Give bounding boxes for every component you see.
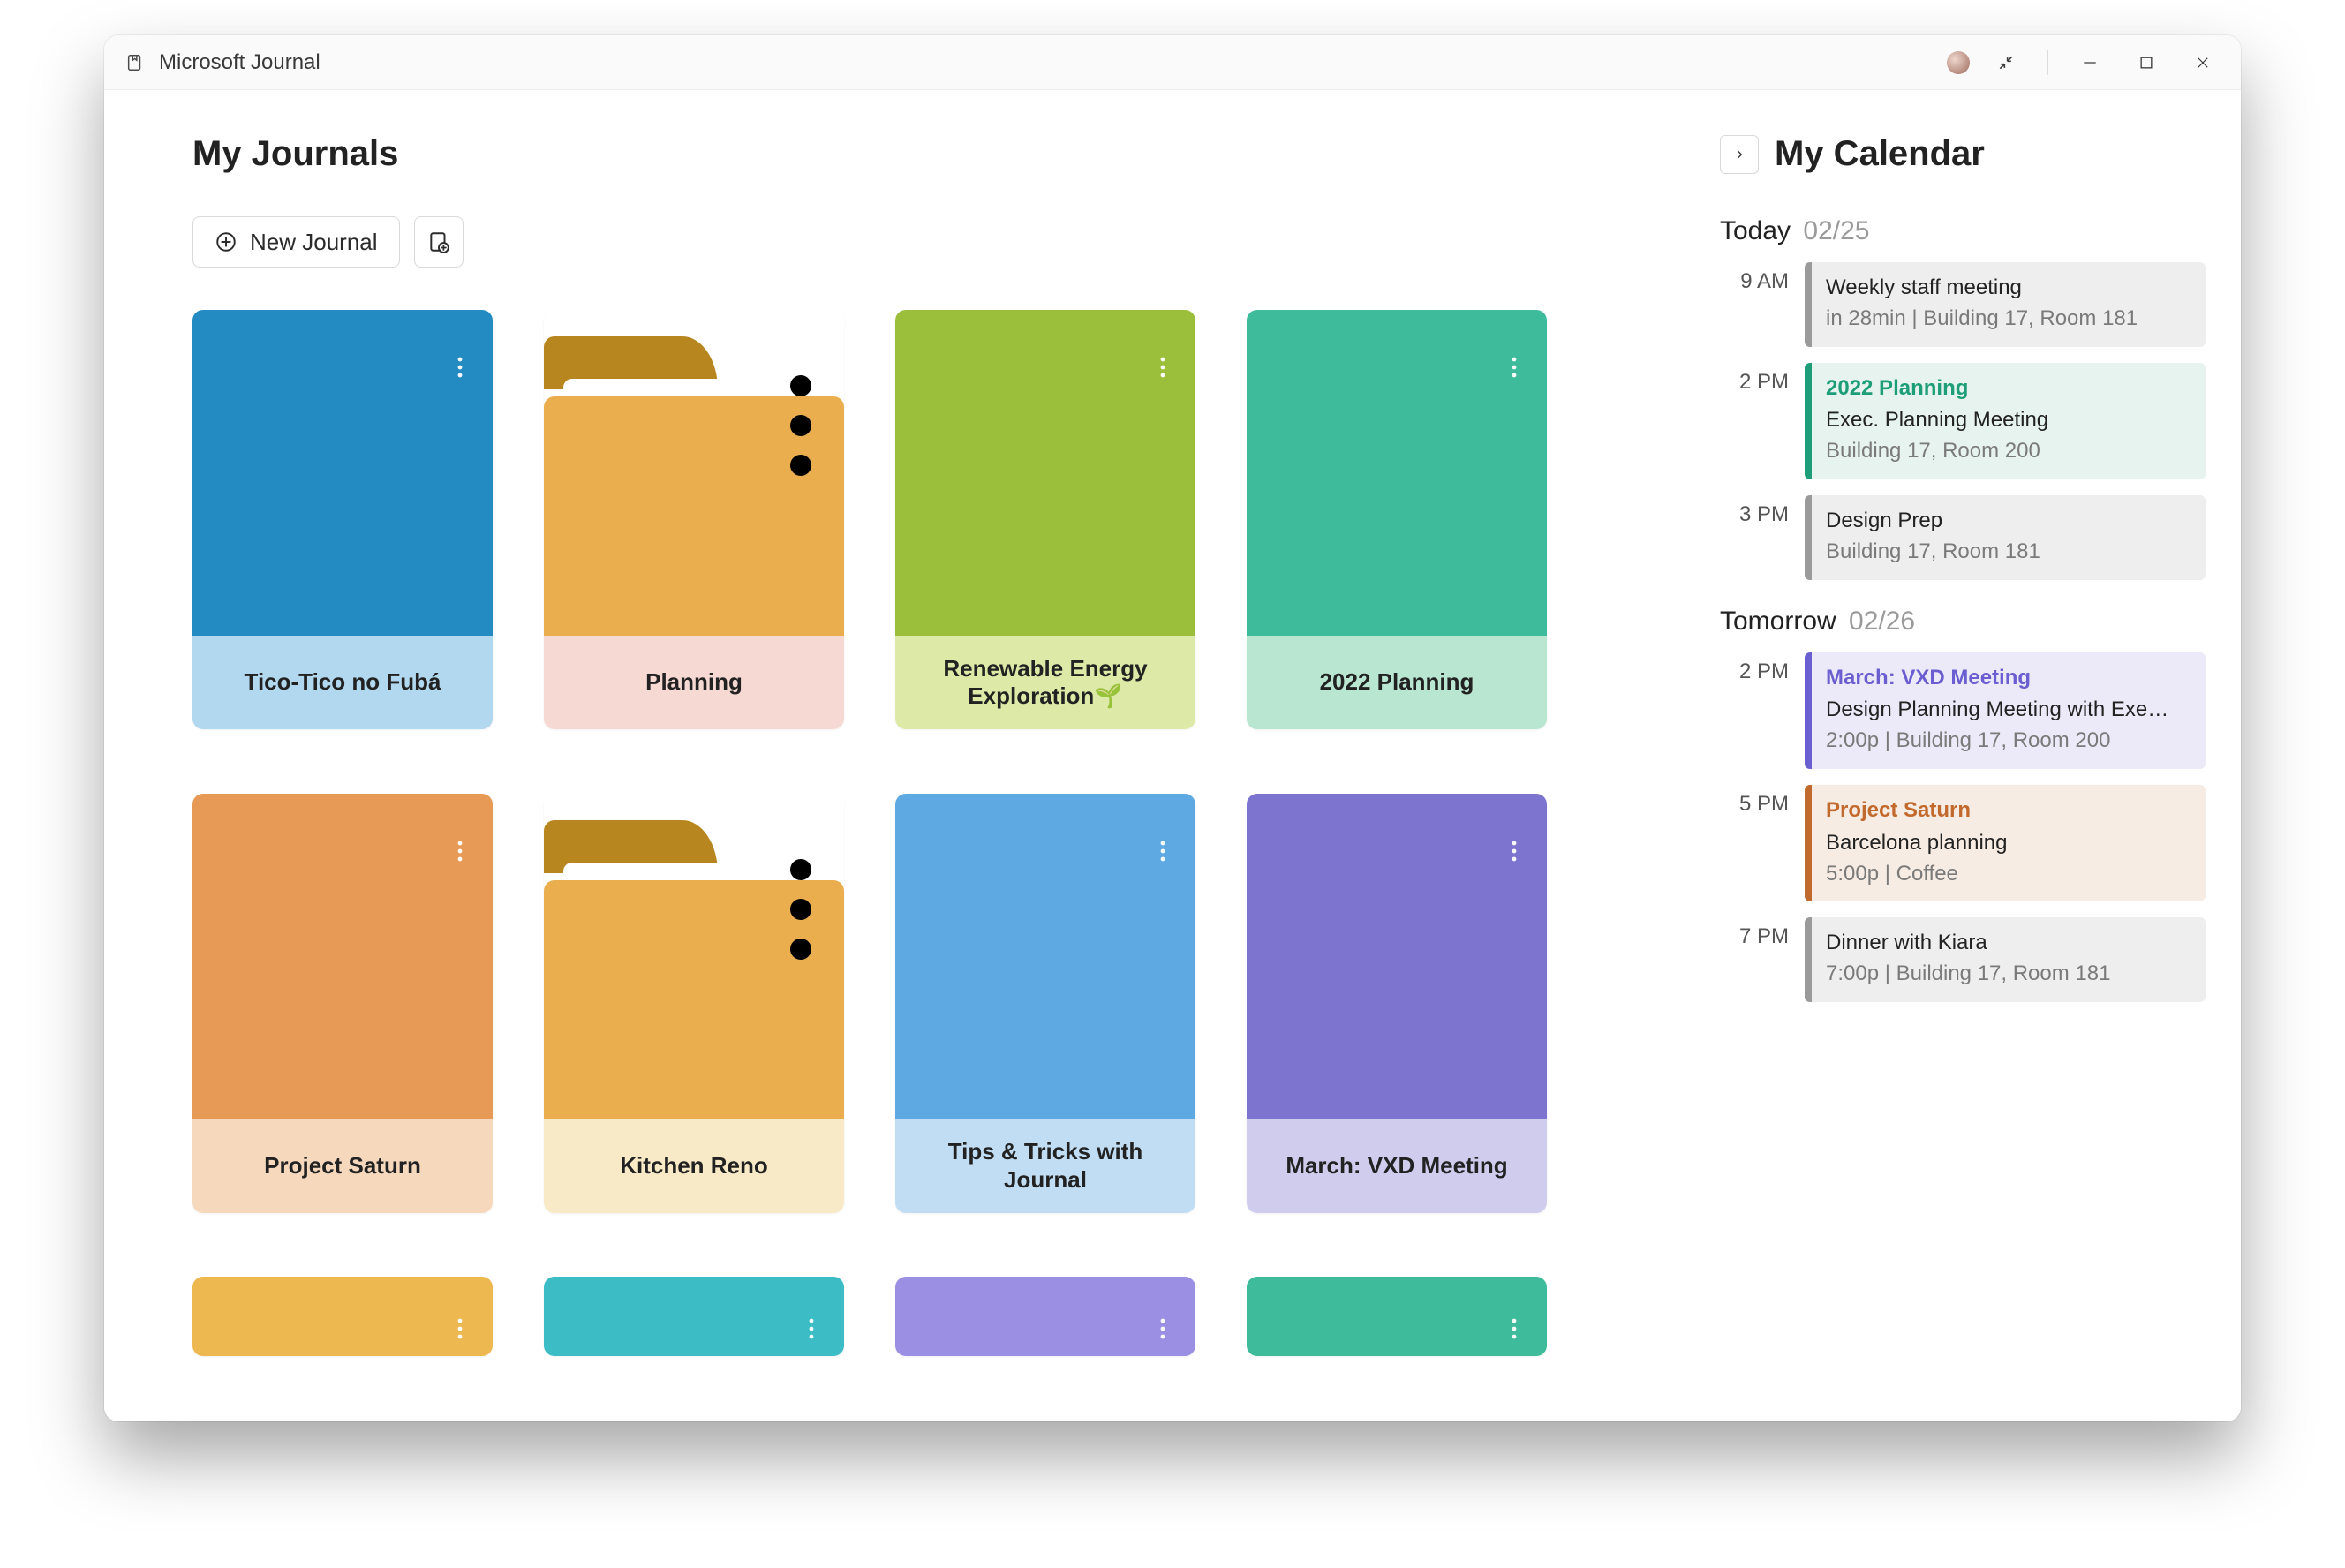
card-menu-button[interactable]	[447, 1315, 473, 1342]
new-journal-label: New Journal	[250, 229, 378, 256]
journal-card[interactable]	[1247, 1277, 1547, 1356]
event-color-bar	[1805, 495, 1812, 580]
app-window: Microsoft Journal	[104, 35, 2241, 1421]
card-menu-button[interactable]	[1150, 838, 1176, 864]
profile-avatar[interactable]	[1947, 51, 1970, 74]
card-menu-button[interactable]	[1150, 354, 1176, 381]
card-title: Tico-Tico no Fubá	[192, 636, 493, 729]
minimize-button[interactable]	[2070, 42, 2110, 83]
calendar-event[interactable]: Design PrepBuilding 17, Room 181	[1805, 495, 2206, 580]
event-title: Barcelona planning	[1826, 828, 2191, 859]
journal-card[interactable]: March: VXD Meeting	[1247, 794, 1547, 1213]
journal-card[interactable]: Tips & Tricks with Journal	[895, 794, 1195, 1213]
card-title: Tips & Tricks with Journal	[895, 1119, 1195, 1213]
card-menu-button[interactable]	[447, 838, 473, 864]
journal-card[interactable]	[192, 1277, 493, 1356]
calendar-event[interactable]: March: VXD MeetingDesign Planning Meetin…	[1805, 652, 2206, 769]
event-category: March: VXD Meeting	[1826, 663, 2191, 694]
card-title: Kitchen Reno	[544, 1119, 844, 1213]
event-subtitle: Building 17, Room 200	[1826, 436, 2191, 467]
card-title: Project Saturn	[192, 1119, 493, 1213]
journals-panel: My Journals New Journal	[104, 90, 1720, 1421]
card-title: Planning	[544, 636, 844, 729]
import-journal-button[interactable]	[414, 216, 464, 268]
event-time: 7 PM	[1720, 917, 1789, 949]
page-title: My Journals	[192, 134, 1676, 174]
card-menu-button[interactable]	[788, 412, 814, 439]
event-subtitle: 2:00p | Building 17, Room 200	[1826, 726, 2191, 757]
calendar-day-header: Today 02/25	[1720, 216, 2206, 246]
event-color-bar	[1805, 262, 1812, 347]
calendar-event[interactable]: Weekly staff meetingin 28min | Building …	[1805, 262, 2206, 347]
card-title: March: VXD Meeting	[1247, 1119, 1547, 1213]
event-time: 5 PM	[1720, 785, 1789, 817]
journals-toolbar: New Journal	[192, 216, 1676, 268]
calendar-day-header: Tomorrow 02/26	[1720, 607, 2206, 637]
journal-card[interactable]: Renewable Energy Exploration🌱	[895, 310, 1195, 729]
event-time: 2 PM	[1720, 363, 1789, 395]
event-subtitle: 5:00p | Coffee	[1826, 859, 2191, 890]
calendar-event-row: 3 PM Design PrepBuilding 17, Room 181	[1720, 495, 2206, 580]
event-color-bar	[1805, 917, 1812, 1002]
card-menu-button[interactable]	[788, 896, 814, 923]
event-time: 2 PM	[1720, 652, 1789, 684]
journal-card[interactable]	[895, 1277, 1195, 1356]
event-title: Dinner with Kiara	[1826, 928, 2191, 959]
folder-card[interactable]: Planning	[544, 310, 844, 729]
app-title: Microsoft Journal	[159, 50, 320, 75]
journal-card[interactable]	[544, 1277, 844, 1356]
title-bar: Microsoft Journal	[104, 35, 2241, 90]
card-menu-button[interactable]	[1501, 838, 1527, 864]
titlebar-separator	[2047, 50, 2048, 75]
card-title: 2022 Planning	[1247, 636, 1547, 729]
compact-mode-button[interactable]	[1986, 42, 2026, 83]
journals-grid: Tico-Tico no Fubá Planning Renewable Energ…	[192, 310, 1676, 1369]
calendar-event[interactable]: 2022 PlanningExec. Planning MeetingBuild…	[1805, 363, 2206, 479]
calendar-event-row: 5 PM Project SaturnBarcelona planning5:00…	[1720, 785, 2206, 901]
collapse-calendar-button[interactable]	[1720, 135, 1759, 174]
event-subtitle: Building 17, Room 181	[1826, 537, 2191, 568]
card-menu-button[interactable]	[1150, 1315, 1176, 1342]
card-menu-button[interactable]	[1501, 1315, 1527, 1342]
event-color-bar	[1805, 785, 1812, 901]
event-color-bar	[1805, 652, 1812, 769]
card-menu-button[interactable]	[798, 1315, 825, 1342]
event-title: Exec. Planning Meeting	[1826, 405, 2191, 436]
journal-card[interactable]: Project Saturn	[192, 794, 493, 1213]
event-time: 3 PM	[1720, 495, 1789, 527]
card-menu-button[interactable]	[447, 354, 473, 381]
event-title: Weekly staff meeting	[1826, 273, 2191, 304]
maximize-button[interactable]	[2126, 42, 2167, 83]
calendar-event-row: 7 PM Dinner with Kiara7:00p | Building 17…	[1720, 917, 2206, 1002]
journal-card[interactable]: 2022 Planning	[1247, 310, 1547, 729]
close-button[interactable]	[2183, 42, 2223, 83]
journal-card[interactable]: Tico-Tico no Fubá	[192, 310, 493, 729]
calendar-event-row: 2 PM 2022 PlanningExec. Planning MeetingB…	[1720, 363, 2206, 479]
card-menu-button[interactable]	[1501, 354, 1527, 381]
event-title: Design Prep	[1826, 506, 2191, 537]
calendar-event-row: 9 AM Weekly staff meetingin 28min | Build…	[1720, 262, 2206, 347]
folder-card[interactable]: Kitchen Reno	[544, 794, 844, 1213]
new-journal-button[interactable]: New Journal	[192, 216, 400, 268]
event-time: 9 AM	[1720, 262, 1789, 294]
calendar-heading: My Calendar	[1775, 134, 1985, 174]
calendar-event[interactable]: Dinner with Kiara7:00p | Building 17, Ro…	[1805, 917, 2206, 1002]
calendar-event-row: 2 PM March: VXD MeetingDesign Planning Me…	[1720, 652, 2206, 769]
app-icon	[125, 53, 145, 72]
calendar-event[interactable]: Project SaturnBarcelona planning5:00p | …	[1805, 785, 2206, 901]
event-subtitle: in 28min | Building 17, Room 181	[1826, 304, 2191, 335]
event-title: Design Planning Meeting with Exe…	[1826, 695, 2191, 726]
event-category: 2022 Planning	[1826, 373, 2191, 404]
calendar-panel: My Calendar Today 02/25 9 AM Weekly staff …	[1720, 90, 2241, 1421]
card-title: Renewable Energy Exploration🌱	[895, 636, 1195, 729]
event-category: Project Saturn	[1826, 795, 2191, 826]
event-color-bar	[1805, 363, 1812, 479]
event-subtitle: 7:00p | Building 17, Room 181	[1826, 959, 2191, 990]
